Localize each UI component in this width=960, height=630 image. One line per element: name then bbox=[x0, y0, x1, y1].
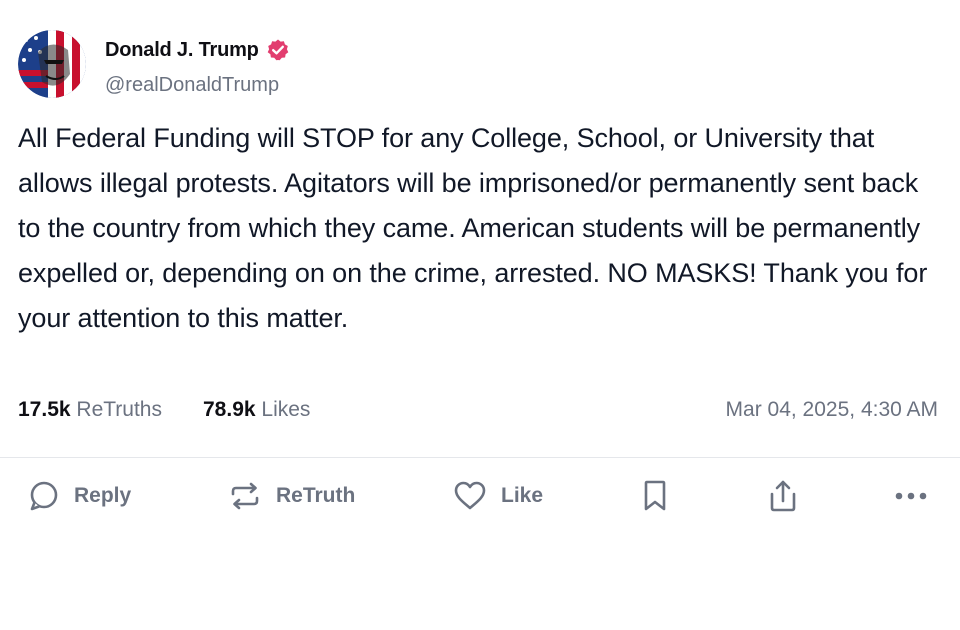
like-icon bbox=[453, 480, 487, 512]
likes-stat[interactable]: 78.9k Likes bbox=[203, 398, 310, 422]
reply-icon bbox=[28, 480, 60, 512]
bookmark-button[interactable] bbox=[641, 470, 669, 522]
retruths-stat[interactable]: 17.5k ReTruths bbox=[18, 398, 162, 422]
like-button[interactable]: Like bbox=[453, 470, 543, 522]
post-timestamp[interactable]: Mar 04, 2025, 4:30 AM bbox=[726, 398, 938, 422]
author-handle[interactable]: @realDonaldTrump bbox=[105, 74, 279, 97]
verified-badge-icon bbox=[266, 38, 290, 62]
action-bar: Reply ReTruth Like bbox=[0, 470, 960, 526]
more-icon bbox=[894, 491, 928, 501]
bookmark-icon bbox=[641, 479, 669, 513]
retruths-count: 17.5k bbox=[18, 398, 71, 421]
post-card: Donald J. Trump @realDonaldTrump All Fed… bbox=[0, 0, 960, 630]
retruth-label: ReTruth bbox=[276, 484, 356, 507]
share-button[interactable] bbox=[767, 470, 799, 522]
author-display-name[interactable]: Donald J. Trump bbox=[105, 39, 259, 62]
avatar[interactable] bbox=[18, 30, 86, 98]
post-stats: 17.5k ReTruths 78.9k Likes Mar 04, 2025,… bbox=[18, 398, 938, 428]
author-name-row: Donald J. Trump bbox=[105, 38, 290, 62]
retruth-button[interactable]: ReTruth bbox=[228, 470, 355, 522]
reply-label: Reply bbox=[74, 484, 132, 507]
avatar-image bbox=[18, 30, 86, 98]
more-options-button[interactable] bbox=[894, 470, 928, 522]
share-icon bbox=[767, 479, 799, 513]
like-label: Like bbox=[501, 484, 544, 507]
post-body-text: All Federal Funding will STOP for any Co… bbox=[18, 123, 928, 333]
likes-label: Likes bbox=[261, 398, 311, 421]
retruth-icon bbox=[228, 480, 262, 512]
reply-button[interactable]: Reply bbox=[28, 470, 131, 522]
post-header: Donald J. Trump @realDonaldTrump bbox=[18, 30, 518, 100]
divider bbox=[0, 457, 960, 458]
retruths-label: ReTruths bbox=[76, 398, 162, 421]
likes-count: 78.9k bbox=[203, 398, 256, 421]
